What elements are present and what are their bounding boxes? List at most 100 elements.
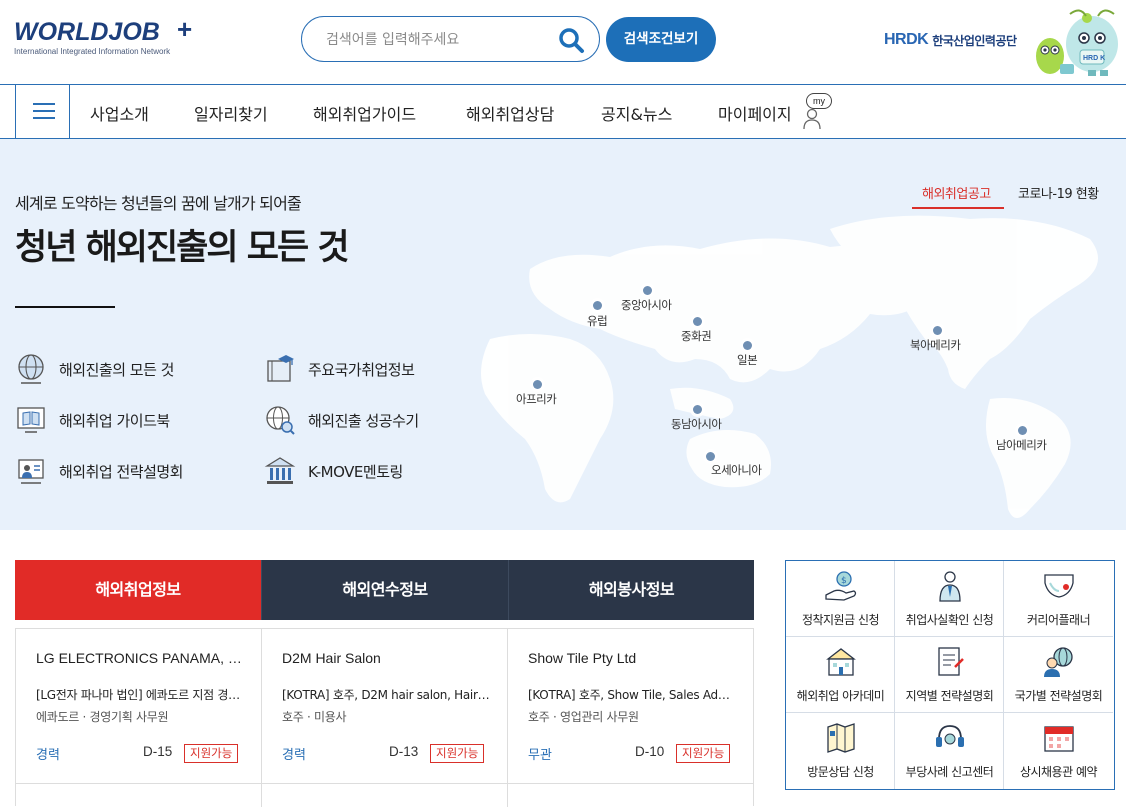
job-card-next-row[interactable]	[262, 783, 508, 807]
job-company: LG ELECTRONICS PANAMA, S.A.	[36, 650, 246, 666]
region-japan[interactable]: 일본	[737, 352, 758, 368]
service-label: 지역별 전략설명회	[905, 689, 994, 703]
quick-link-country-info[interactable]: 주요국가취업정보	[264, 351, 415, 387]
job-meta: 에콰도르 · 경영기획 사무원	[36, 710, 169, 724]
job-list: LG ELECTRONICS PANAMA, S.A. [LG전자 파나마 법인…	[15, 628, 754, 807]
apply-badge: 지원가능	[430, 744, 485, 763]
map-marker[interactable]	[643, 286, 652, 295]
tab-overseas-employment[interactable]: 해외취업정보	[15, 560, 261, 620]
quick-link-strategy-briefing[interactable]: 해외취업 전략설명회	[15, 453, 183, 489]
hero-divider	[15, 306, 115, 308]
regional-doc-icon	[938, 647, 964, 676]
service-hiring-booking[interactable]: 상시채용관 예약	[1004, 713, 1113, 789]
region-north-america[interactable]: 북아메리카	[910, 337, 961, 353]
map-marker[interactable]	[693, 405, 702, 414]
region-africa[interactable]: 아프리카	[516, 391, 557, 407]
coin-hand-icon: $	[825, 571, 857, 601]
quick-link-kmove-mentoring[interactable]: K-MOVE멘토링	[264, 453, 403, 489]
service-label: 국가별 전략설명회	[1014, 689, 1103, 703]
job-dday: D-13	[389, 744, 419, 759]
search-options-button[interactable]: 검색조건보기	[606, 17, 716, 62]
calendar-icon	[1044, 726, 1074, 752]
quick-link-label: 해외진출 성공수기	[308, 411, 419, 430]
book-cap-icon	[267, 355, 294, 382]
site-header: WORLDJOB + International Integrated Info…	[0, 0, 1126, 84]
service-career-planner[interactable]: 커리어플래너	[1004, 561, 1113, 637]
hrdk-name: 한국산업인력공단	[932, 33, 1017, 48]
svg-text:HRD K: HRD K	[1083, 55, 1105, 62]
service-label: 커리어플래너	[1026, 613, 1091, 627]
quick-link-label: 해외취업 전략설명회	[59, 462, 183, 481]
job-meta: 호주 · 영업관리 사무원	[528, 710, 639, 724]
tab-overseas-training[interactable]: 해외연수정보	[261, 560, 508, 620]
map-marker[interactable]	[593, 301, 602, 310]
mascot-illustration: HRD K	[1036, 9, 1118, 76]
service-employment-verification[interactable]: 취업사실확인 신청	[895, 561, 1004, 637]
job-career: 무관	[528, 748, 552, 763]
region-europe[interactable]: 유럽	[587, 313, 608, 329]
job-card-next-row[interactable]	[508, 783, 754, 807]
job-card[interactable]: LG ELECTRONICS PANAMA, S.A. [LG전자 파나마 법인…	[16, 629, 262, 783]
map-marker[interactable]	[1018, 426, 1027, 435]
tab-overseas-jobs[interactable]: 해외취업공고	[922, 183, 991, 202]
service-label: 부당사례 신고센터	[905, 765, 994, 779]
map-marker[interactable]	[533, 380, 542, 389]
service-regional-briefing[interactable]: 지역별 전략설명회	[895, 637, 1004, 713]
service-settlement-grant[interactable]: $ 정착지원금 신청	[786, 561, 895, 637]
academy-icon	[826, 648, 856, 676]
search-box	[301, 16, 600, 62]
region-south-america[interactable]: 남아메리카	[996, 437, 1047, 453]
map-marker[interactable]	[693, 317, 702, 326]
search-input[interactable]	[326, 29, 546, 51]
hrdk-logo[interactable]: HRDK 한국산업인력공단	[884, 30, 1017, 50]
nav-item-about[interactable]: 사업소개	[90, 101, 149, 125]
logo-subtitle: International Integrated Information Net…	[14, 47, 171, 56]
service-academy[interactable]: 해외취업 아카데미	[786, 637, 895, 713]
map-marker[interactable]	[706, 452, 715, 461]
hamburger-icon	[33, 103, 55, 105]
quick-link-success-stories[interactable]: 해외진출 성공수기	[264, 402, 419, 438]
region-central-asia[interactable]: 중앙아시아	[621, 297, 672, 313]
quick-link-label: 해외진출의 모든 것	[59, 360, 174, 379]
headset-icon	[936, 725, 964, 747]
tab-overseas-volunteer[interactable]: 해외봉사정보	[508, 560, 754, 620]
service-label: 정착지원금 신청	[801, 613, 880, 627]
job-card[interactable]: Show Tile Pty Ltd [KOTRA] 호주, Show Tile,…	[508, 629, 754, 783]
service-label: 취업사실확인 신청	[905, 613, 994, 627]
region-oceania[interactable]: 오세아니아	[711, 462, 762, 478]
main-nav: 사업소개 일자리찾기 해외취업가이드 해외취업상담 공지&뉴스 마이페이지 my	[0, 84, 1126, 139]
job-dday: D-15	[143, 744, 173, 759]
quick-link-label: 주요국가취업정보	[308, 360, 415, 379]
region-greater-china[interactable]: 중화권	[681, 328, 712, 344]
job-career: 경력	[282, 748, 306, 763]
nav-item-consulting[interactable]: 해외취업상담	[466, 101, 554, 125]
service-country-briefing[interactable]: 국가별 전략설명회	[1004, 637, 1113, 713]
globe-icon	[18, 354, 44, 384]
country-globe-icon	[1044, 647, 1073, 677]
career-planner-icon	[1044, 574, 1074, 598]
job-career: 경력	[36, 748, 60, 763]
region-southeast-asia[interactable]: 동남아시아	[671, 416, 722, 432]
service-report-center[interactable]: 부당사례 신고센터	[895, 713, 1004, 789]
person-icon[interactable]	[802, 107, 822, 131]
tab-covid-status[interactable]: 코로나-19 현황	[1018, 183, 1099, 202]
job-card[interactable]: D2M Hair Salon [KOTRA] 호주, D2M hair salo…	[262, 629, 508, 783]
presentation-icon	[18, 459, 44, 484]
hero-title: 청년 해외진출의 모든 것	[15, 228, 350, 268]
map-marker[interactable]	[933, 326, 942, 335]
quick-link-overseas-all[interactable]: 해외진출의 모든 것	[15, 351, 174, 387]
hamburger-menu-button[interactable]	[15, 85, 70, 138]
nav-item-mypage[interactable]: 마이페이지	[718, 101, 792, 125]
job-meta: 호주 · 미용사	[282, 710, 347, 724]
job-card-next-row[interactable]	[16, 783, 262, 807]
search-icon[interactable]	[557, 26, 585, 54]
hrdk-mark: HRDK	[884, 31, 929, 48]
job-title: [KOTRA] 호주, Show Tile, Sales Admin	[528, 688, 738, 702]
nav-item-news[interactable]: 공지&뉴스	[601, 101, 672, 125]
map-marker[interactable]	[743, 341, 752, 350]
quick-link-guidebook[interactable]: 해외취업 가이드북	[15, 402, 170, 438]
service-visit-consulting[interactable]: 방문상담 신청	[786, 713, 895, 789]
nav-item-find-jobs[interactable]: 일자리찾기	[194, 101, 268, 125]
nav-item-guide[interactable]: 해외취업가이드	[313, 101, 416, 125]
worldjob-logo[interactable]: WORLDJOB + International Integrated Info…	[14, 14, 204, 60]
